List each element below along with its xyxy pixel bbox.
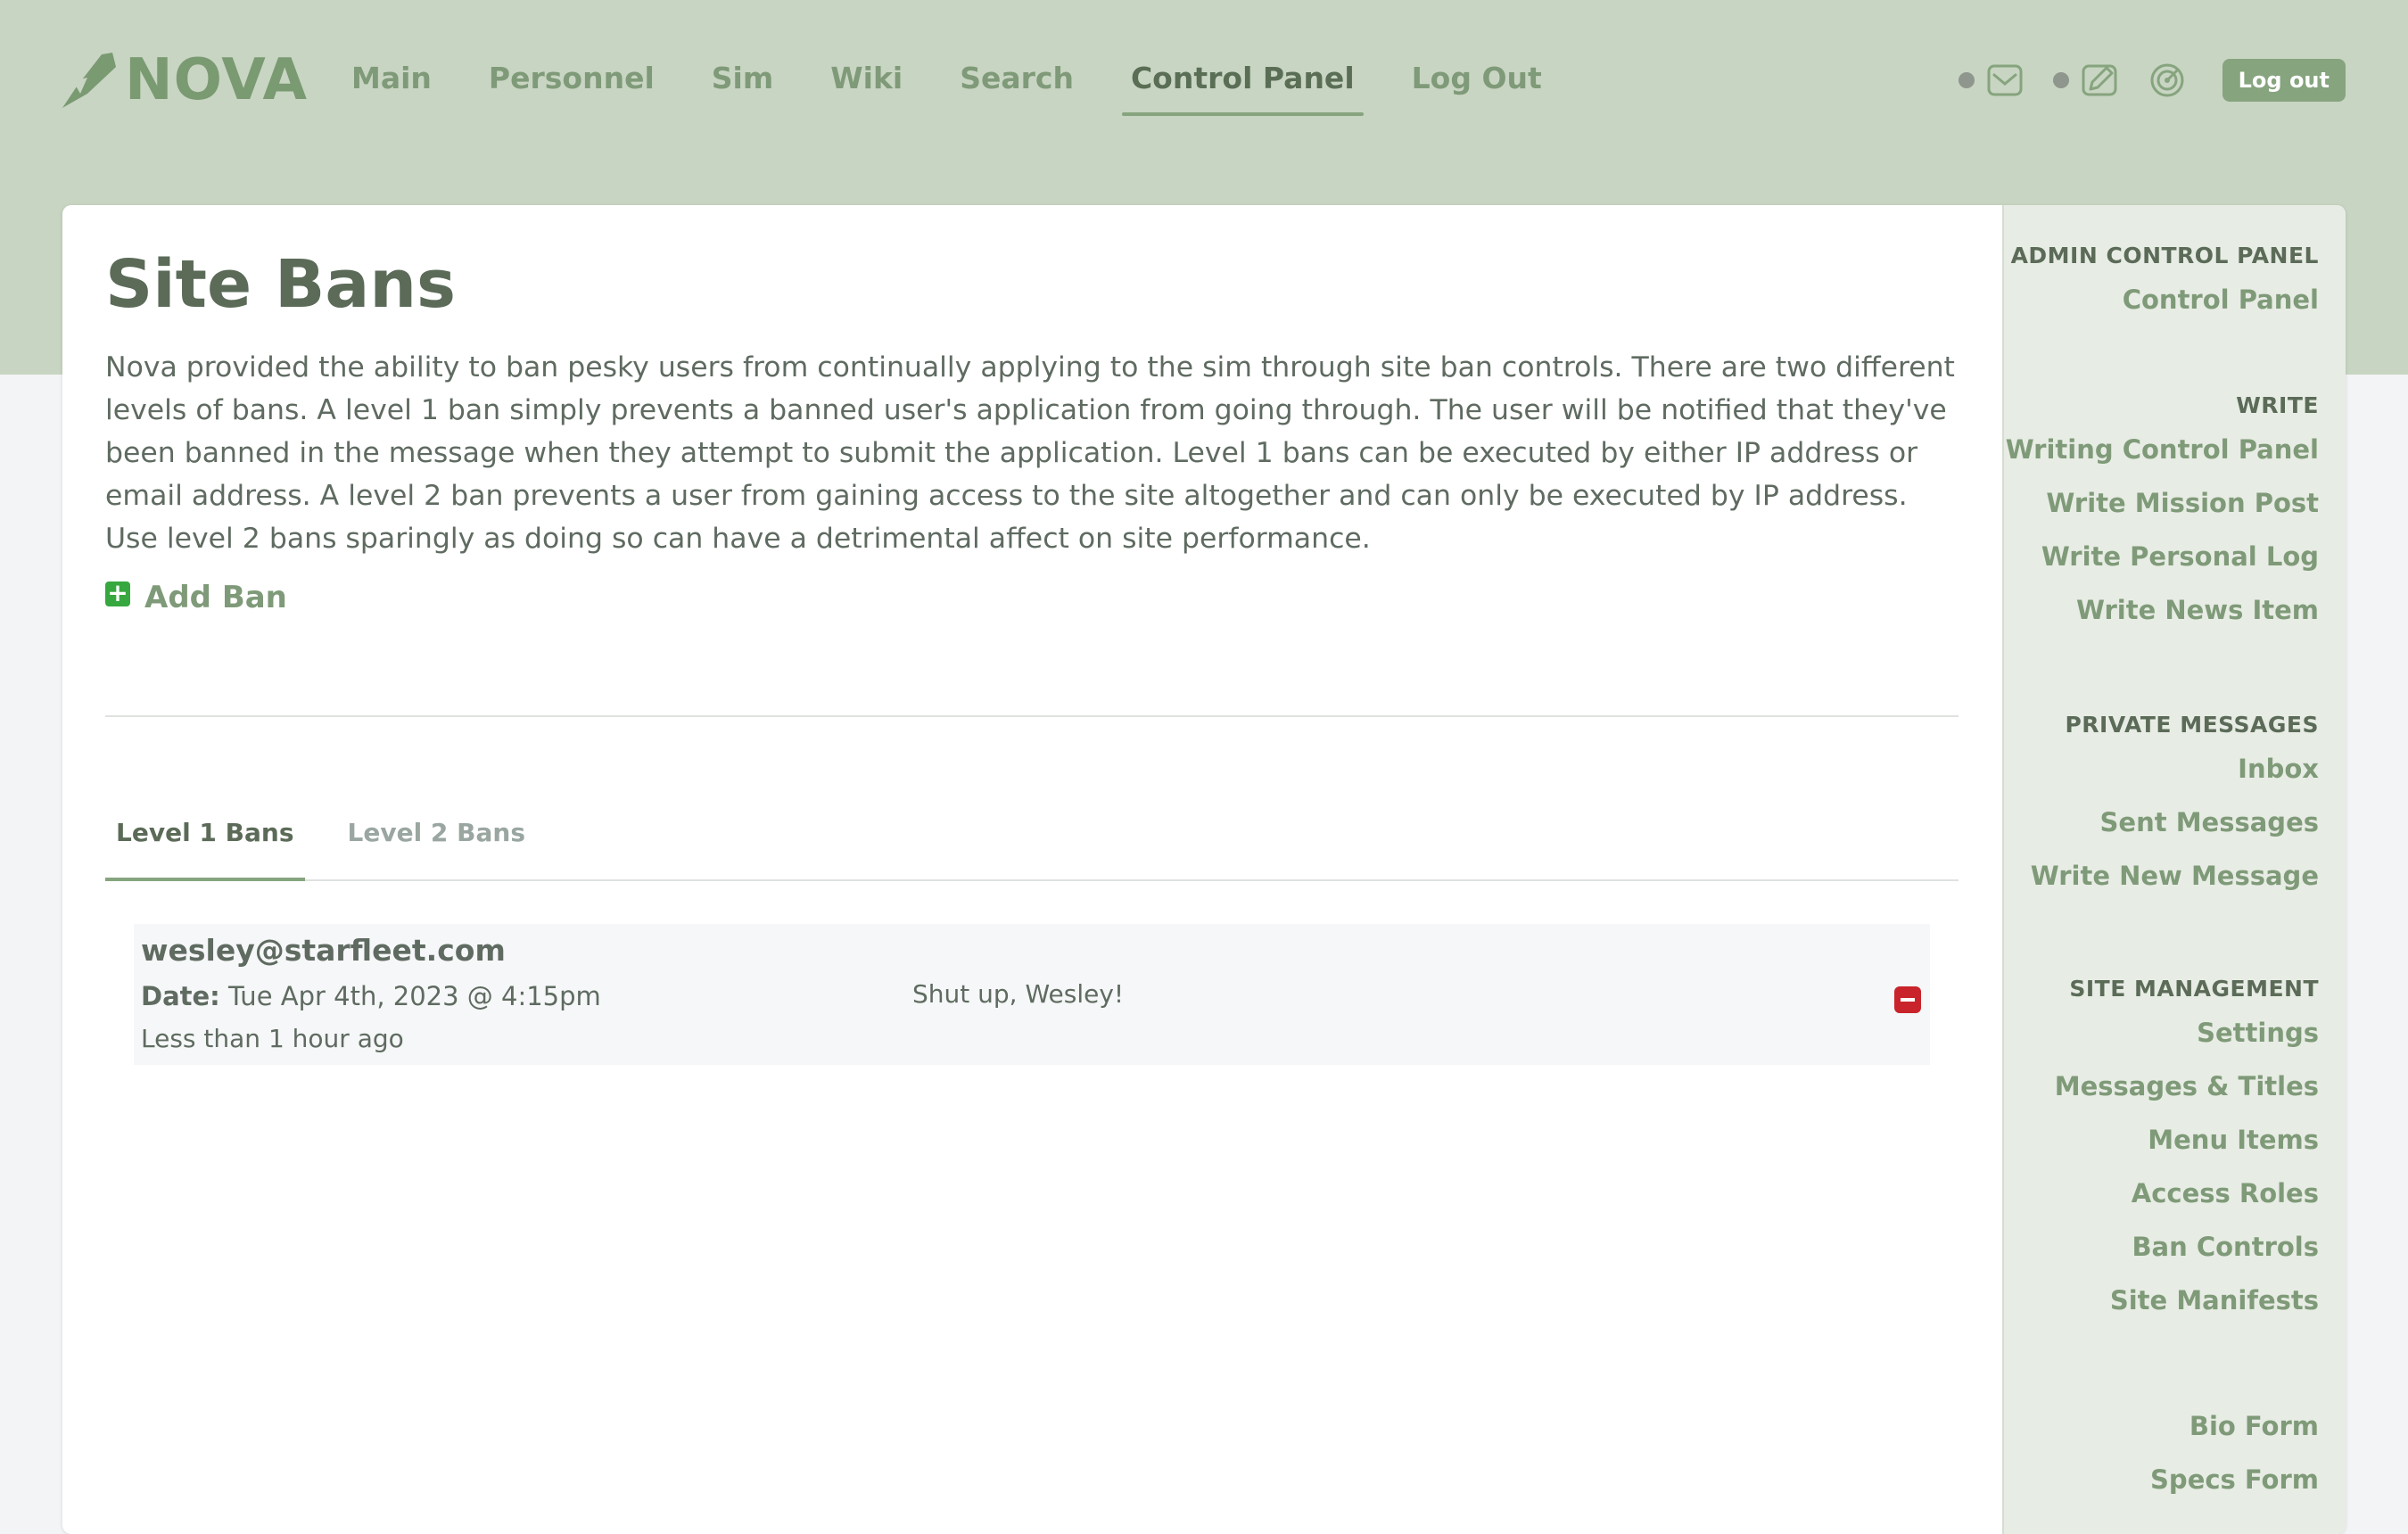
add-icon: + [105, 581, 130, 606]
section-divider [105, 715, 1959, 717]
write-icon[interactable] [2080, 61, 2119, 100]
sidebar-heading: WRITE [2236, 392, 2319, 418]
nav-item-sim[interactable]: Sim [683, 54, 802, 103]
ban-row: wesley@starfleet.com Date: Tue Apr 4th, … [134, 924, 1930, 1065]
ban-date: Date: Tue Apr 4th, 2023 @ 4:15pm [141, 981, 601, 1011]
inbox-icon[interactable] [1985, 61, 2025, 100]
sidebar-link-access-roles[interactable]: Access Roles [2055, 1178, 2319, 1208]
add-ban-label: Add Ban [144, 580, 287, 615]
inbox-status-dot [1958, 72, 1975, 88]
ban-level-tabs: Level 1 Bans Level 2 Bans [105, 788, 1959, 881]
sidebar-section-forms: Bio Form Specs Form [2150, 1411, 2319, 1495]
tab-level-2-bans[interactable]: Level 2 Bans [337, 788, 537, 879]
ban-reason: Shut up, Wesley! [912, 979, 1125, 1009]
intro-text: Nova provided the ability to ban pesky u… [105, 351, 1955, 555]
sidebar-link-control-panel[interactable]: Control Panel [2011, 285, 2319, 315]
logo-text: NOVA [125, 47, 308, 113]
sidebar-heading: ADMIN CONTROL PANEL [2010, 243, 2319, 268]
sidebar-link-ban-controls[interactable]: Ban Controls [2055, 1232, 2319, 1262]
sidebar-link-write-news-item[interactable]: Write News Item [2006, 595, 2319, 625]
main-nav: Main Personnel Sim Wiki Search Control P… [323, 54, 1571, 116]
nav-item-personnel[interactable]: Personnel [460, 54, 683, 103]
nav-item-main[interactable]: Main [323, 54, 460, 103]
ban-date-value: Tue Apr 4th, 2023 @ 4:15pm [228, 981, 601, 1011]
logout-button[interactable]: Log out [2222, 59, 2346, 102]
sidebar-section-write: WRITE Writing Control Panel Write Missio… [2006, 392, 2319, 625]
sidebar-heading: PRIVATE MESSAGES [2065, 712, 2319, 738]
sidebar-section-admin: ADMIN CONTROL PANEL Control Panel [2011, 243, 2319, 315]
ban-date-label: Date: [141, 981, 220, 1011]
sidebar-section-site-management: SITE MANAGEMENT Settings Messages & Titl… [2055, 976, 2319, 1315]
sidebar-link-bio-form[interactable]: Bio Form [2150, 1411, 2319, 1441]
nav-item-wiki[interactable]: Wiki [802, 54, 931, 103]
page-title: Site Bans [105, 246, 457, 323]
remove-ban-icon[interactable] [1894, 986, 1921, 1013]
sidebar-link-write-personal-log[interactable]: Write Personal Log [2006, 541, 2319, 572]
sidebar-link-menu-items[interactable]: Menu Items [2055, 1125, 2319, 1155]
nova-ship-icon [62, 53, 116, 108]
ban-relative-time: Less than 1 hour ago [141, 1024, 404, 1053]
ban-email: wesley@starfleet.com [141, 933, 506, 968]
main-content: Site Bans Nova provided the ability to b… [105, 205, 1959, 1065]
settings-dial-icon[interactable] [2148, 61, 2187, 100]
sidebar-link-specs-form[interactable]: Specs Form [2150, 1464, 2319, 1495]
sidebar-link-inbox[interactable]: Inbox [2031, 754, 2319, 784]
tab-level-1-bans[interactable]: Level 1 Bans [105, 788, 305, 881]
add-ban-link[interactable]: + Add Ban [105, 580, 1959, 615]
admin-sidebar: ADMIN CONTROL PANEL Control Panel WRITE … [2002, 205, 2346, 1534]
nova-logo[interactable]: NOVA [61, 48, 308, 112]
sidebar-link-sent-messages[interactable]: Sent Messages [2031, 807, 2319, 837]
header-tools: Log out [1958, 59, 2346, 102]
write-status-dot [2052, 72, 2069, 88]
nav-item-log-out[interactable]: Log Out [1383, 54, 1571, 103]
sidebar-link-messages-titles[interactable]: Messages & Titles [2055, 1071, 2319, 1101]
nav-item-search[interactable]: Search [931, 54, 1102, 103]
main-card: Site Bans Nova provided the ability to b… [62, 205, 2346, 1534]
sidebar-link-write-mission-post[interactable]: Write Mission Post [2006, 488, 2319, 518]
sidebar-link-writing-control-panel[interactable]: Writing Control Panel [2006, 434, 2319, 465]
sidebar-link-settings[interactable]: Settings [2055, 1018, 2319, 1048]
nav-item-control-panel[interactable]: Control Panel [1102, 54, 1383, 116]
sidebar-link-write-new-message[interactable]: Write New Message [2031, 861, 2319, 891]
sidebar-heading: SITE MANAGEMENT [2069, 976, 2319, 1002]
sidebar-link-site-manifests[interactable]: Site Manifests [2055, 1285, 2319, 1315]
top-header: NOVA Main Personnel Sim Wiki Search Cont… [0, 0, 2408, 161]
sidebar-section-private-messages: PRIVATE MESSAGES Inbox Sent Messages Wri… [2031, 712, 2319, 891]
